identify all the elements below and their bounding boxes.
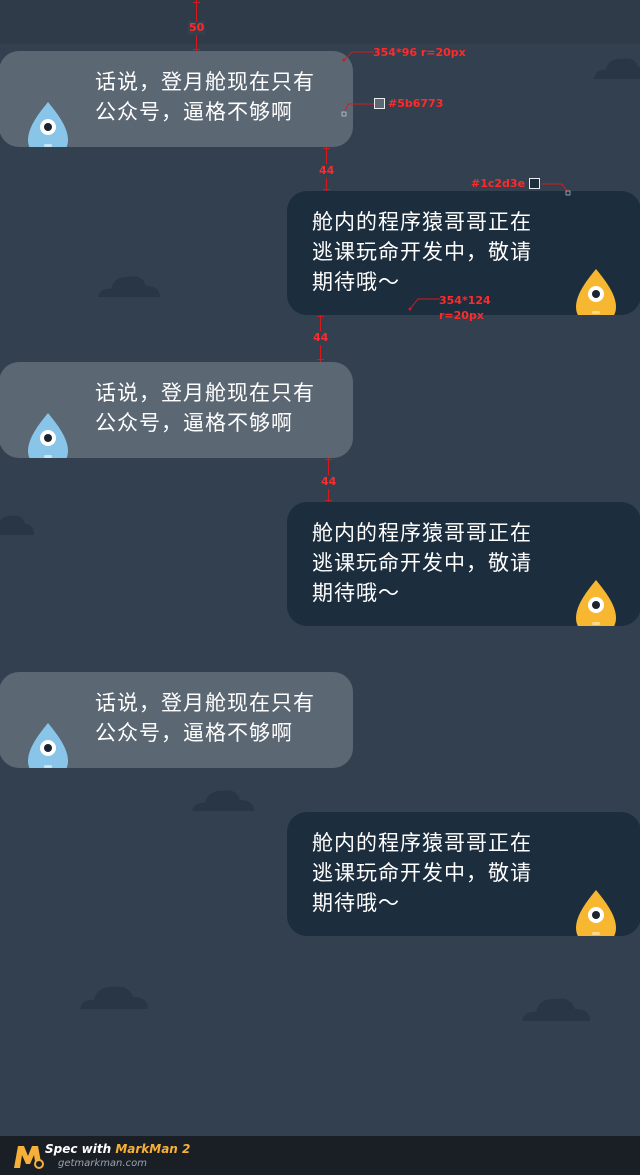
cloud-decoration [522,998,590,1021]
message-bubble-left: 话说，登月舱现在只有 公众号，逼格不够啊 [0,51,353,147]
yellow-blob-avatar-icon [576,580,616,626]
measure-tick [325,500,332,501]
message-bubble-right: 舱内的程序猿哥哥正在 逃课玩命开发中，敬请 期待哦～ [287,502,640,626]
color-label-right: #1c2d3e [471,177,526,190]
message-text: 话说，登月舱现在只有 公众号，逼格不够啊 [95,691,315,745]
measure-tick [193,49,200,50]
cloud-decoration [98,276,160,297]
message-text: 舱内的程序猿哥哥正在 逃课玩命开发中，敬请 期待哦～ [312,210,532,294]
footer-brand: MarkMan 2 [115,1142,191,1156]
message-bubble-right: 舱内的程序猿哥哥正在 逃课玩命开发中，敬请 期待哦～ [287,812,640,936]
blue-blob-avatar-icon [28,723,68,768]
blue-blob-avatar-icon [28,413,68,458]
cloud-decoration [192,790,254,811]
message-text: 话说，登月舱现在只有 公众号，逼格不够啊 [95,381,315,435]
leader-line [341,103,374,117]
footer-url[interactable]: getmarkman.com [58,1158,147,1169]
measure-tick [317,359,324,360]
footer-title: Spec with MarkMan 2 [45,1142,190,1156]
measure-tick [317,316,324,317]
cloud-decoration [0,515,34,535]
message-text: 舱内的程序猿哥哥正在 逃课玩命开发中，敬请 期待哦～ [312,831,532,915]
cloud-decoration [80,986,148,1009]
cloud-decoration [594,58,640,79]
measure-tick [323,189,330,190]
measure-label-gap: 44 [312,331,330,345]
color-label-left: #5b6773 [388,97,444,110]
measure-label-left-size: 354*96 r=20px [373,46,466,59]
leader-line [542,183,571,196]
message-text: 舱内的程序猿哥哥正在 逃课玩命开发中，敬请 期待哦～ [312,521,532,605]
message-text: 话说，登月舱现在只有 公众号，逼格不够啊 [95,70,315,124]
measure-label-right-size: 354*124 [439,294,491,307]
message-bubble-left: 话说，登月舱现在只有 公众号，逼格不够啊 [0,672,353,768]
measure-label-gap: 44 [320,475,338,489]
leader-line [408,298,440,311]
top-band [0,0,640,44]
measure-tick [325,459,332,460]
blue-blob-avatar-icon [28,102,68,147]
yellow-blob-avatar-icon [576,269,616,315]
leader-line [342,51,374,62]
measure-tick [193,2,200,3]
markman-logo-icon [14,1146,44,1169]
measure-label-top-gap: 50 [188,21,206,35]
measure-tick [323,148,330,149]
message-bubble-left: 话说，登月舱现在只有 公众号，逼格不够啊 [0,362,353,458]
color-swatch [529,178,540,189]
measure-label-gap: 44 [318,164,336,178]
markman-footer: Spec with MarkMan 2 getmarkman.com [0,1136,640,1175]
footer-prefix: Spec with [45,1142,116,1156]
measure-label-right-radius: r=20px [439,309,484,322]
color-swatch [374,98,385,109]
yellow-blob-avatar-icon [576,890,616,936]
